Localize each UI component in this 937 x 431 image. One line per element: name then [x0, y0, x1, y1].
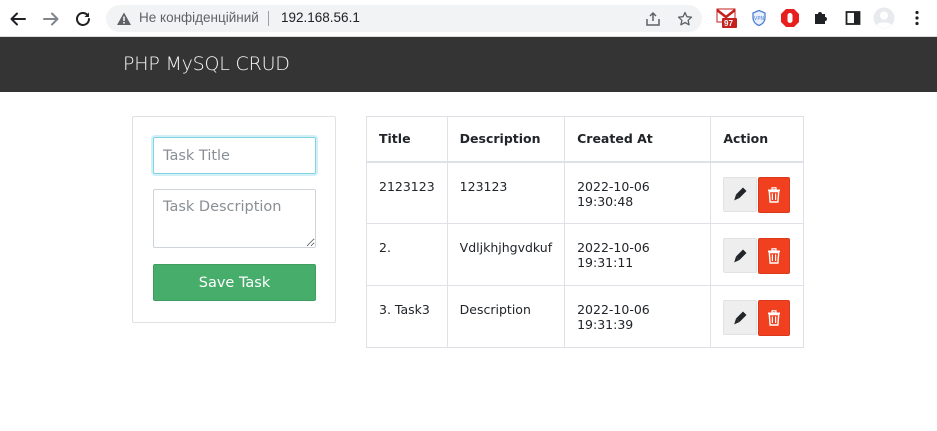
delete-task-button[interactable]: [758, 238, 791, 274]
task-created-cell: 2022-10-06 19:31:11: [564, 223, 712, 286]
header-description: Description: [446, 116, 566, 163]
star-icon: [677, 11, 693, 26]
task-title-input[interactable]: [153, 137, 316, 174]
task-created-cell: 2022-10-06 19:30:48: [564, 161, 712, 224]
task-action-cell: [710, 223, 804, 286]
browser-toolbar: Не конфіденційний 192.168.56.1 97 VPN: [0, 0, 937, 37]
back-button[interactable]: [5, 6, 31, 32]
security-label[interactable]: Не конфіденційний: [139, 10, 259, 25]
tasks-table: Title Description Created At Action 2123…: [366, 116, 804, 348]
task-title-cell: 2123123: [366, 161, 448, 224]
marker-icon: [734, 311, 747, 324]
task-created-cell: 2022-10-06 19:31:39: [564, 285, 712, 348]
gmail-badge: 97: [724, 19, 733, 28]
delete-task-button[interactable]: [758, 300, 791, 336]
task-form-card: Save Task: [132, 116, 336, 323]
task-description-cell: Description: [446, 285, 566, 348]
marker-icon: [734, 249, 747, 262]
table-row: 2123123 123123 2022-10-06 19:30:48: [366, 161, 804, 224]
table-row: 2. Vdljkhjhgvdkuf 2022-10-06 19:31:11: [366, 223, 804, 286]
arrow-left-icon: [10, 12, 26, 26]
table-row: 3. Task3 Description 2022-10-06 19:31:39: [366, 285, 804, 348]
table-header-row: Title Description Created At Action: [366, 116, 804, 163]
puzzle-icon: [815, 12, 827, 24]
task-action-cell: [710, 161, 804, 224]
save-task-button[interactable]: Save Task: [153, 264, 316, 301]
forward-button[interactable]: [38, 6, 64, 32]
shield-extension[interactable]: VPN: [748, 7, 770, 29]
avatar-icon: [873, 7, 895, 29]
stop-hand-icon: [781, 9, 799, 27]
header-action: Action: [710, 116, 804, 163]
header-title: Title: [366, 116, 448, 163]
divider: [268, 11, 269, 26]
address-bar[interactable]: Не конфіденційний 192.168.56.1: [106, 5, 702, 32]
trash-icon: [768, 248, 781, 264]
extensions-button[interactable]: [810, 7, 832, 29]
arrow-right-icon: [43, 12, 59, 26]
edit-task-button[interactable]: [723, 176, 758, 212]
side-panel-button[interactable]: [842, 7, 864, 29]
delete-task-button[interactable]: [758, 176, 791, 213]
task-title-cell: 3. Task3: [366, 285, 448, 348]
header-created-at: Created At: [564, 116, 712, 163]
task-action-cell: [710, 285, 804, 348]
trash-icon: [768, 186, 781, 203]
more-vert-icon: [915, 10, 919, 26]
reload-icon: [76, 12, 90, 26]
adblock-extension[interactable]: [779, 7, 801, 29]
trash-icon: [768, 310, 781, 326]
gmail-extension[interactable]: 97: [716, 7, 738, 29]
warning-icon[interactable]: [116, 11, 132, 27]
task-description-cell: 123123: [446, 161, 566, 224]
svg-text:VPN: VPN: [754, 16, 764, 22]
url-text[interactable]: 192.168.56.1: [281, 10, 360, 25]
marker-icon: [734, 187, 747, 201]
task-title-cell: 2.: [366, 223, 448, 286]
edit-task-button[interactable]: [723, 238, 758, 273]
side-panel-icon: [845, 11, 861, 25]
task-description-cell: Vdljkhjhgvdkuf: [446, 223, 566, 286]
profile-button[interactable]: [873, 7, 895, 29]
reload-button[interactable]: [70, 6, 96, 32]
task-description-input[interactable]: [153, 189, 316, 248]
edit-task-button[interactable]: [723, 300, 758, 335]
app-navbar: PHP MySQL CRUD: [0, 37, 937, 92]
browser-menu-button[interactable]: [906, 7, 928, 29]
navbar-brand[interactable]: PHP MySQL CRUD: [123, 53, 290, 75]
share-icon: [646, 11, 660, 26]
shield-icon: VPN: [752, 9, 766, 27]
bookmark-button[interactable]: [676, 10, 694, 28]
share-button[interactable]: [644, 10, 662, 28]
